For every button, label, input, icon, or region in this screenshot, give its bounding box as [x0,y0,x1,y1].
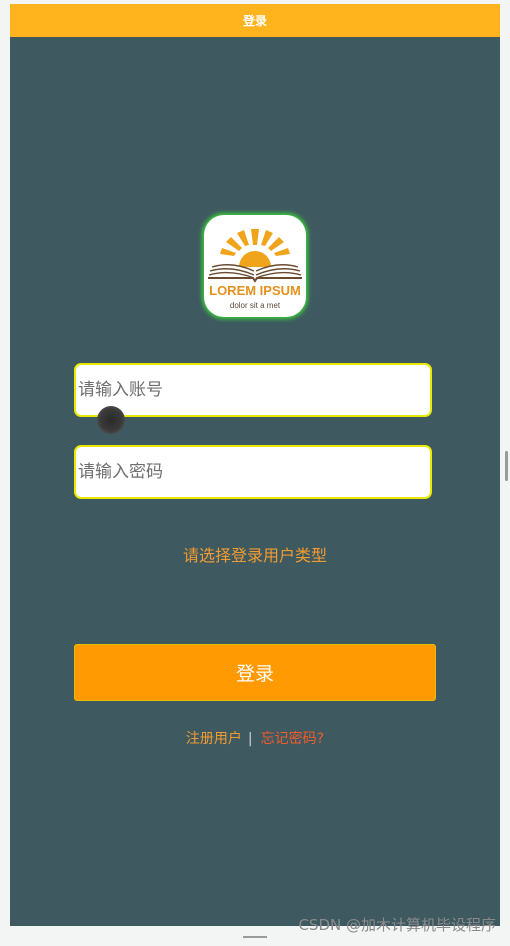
forgot-password-link[interactable]: 忘记密码? [261,731,324,747]
account-field[interactable] [74,363,432,417]
account-input[interactable] [76,365,430,415]
scrollbar-handle[interactable] [505,451,508,481]
logo-subtitle: dolor sit a met [229,301,281,310]
password-input[interactable] [76,447,430,497]
password-field[interactable] [74,445,432,499]
home-indicator [243,936,267,938]
link-separator: | [247,731,253,747]
user-type-selector[interactable]: 请选择登录用户类型 [10,542,500,566]
title-bar: 登录 [10,4,500,37]
app-logo: LOREM IPSUM dolor sit a met [204,215,306,317]
login-button[interactable]: 登录 [74,644,436,701]
page-title: 登录 [242,14,267,28]
app-screen: 登录 LOREM IPSUM dolor sit a met 请输入账号 请选择… [10,4,500,926]
logo-title: LOREM IPSUM [209,283,301,298]
watermark: CSDN @加木计算机毕设程序 [298,916,496,934]
register-link[interactable]: 注册用户 [186,731,242,747]
touch-indicator [97,406,125,434]
auth-links: 注册用户 | 忘记密码? [10,728,500,748]
